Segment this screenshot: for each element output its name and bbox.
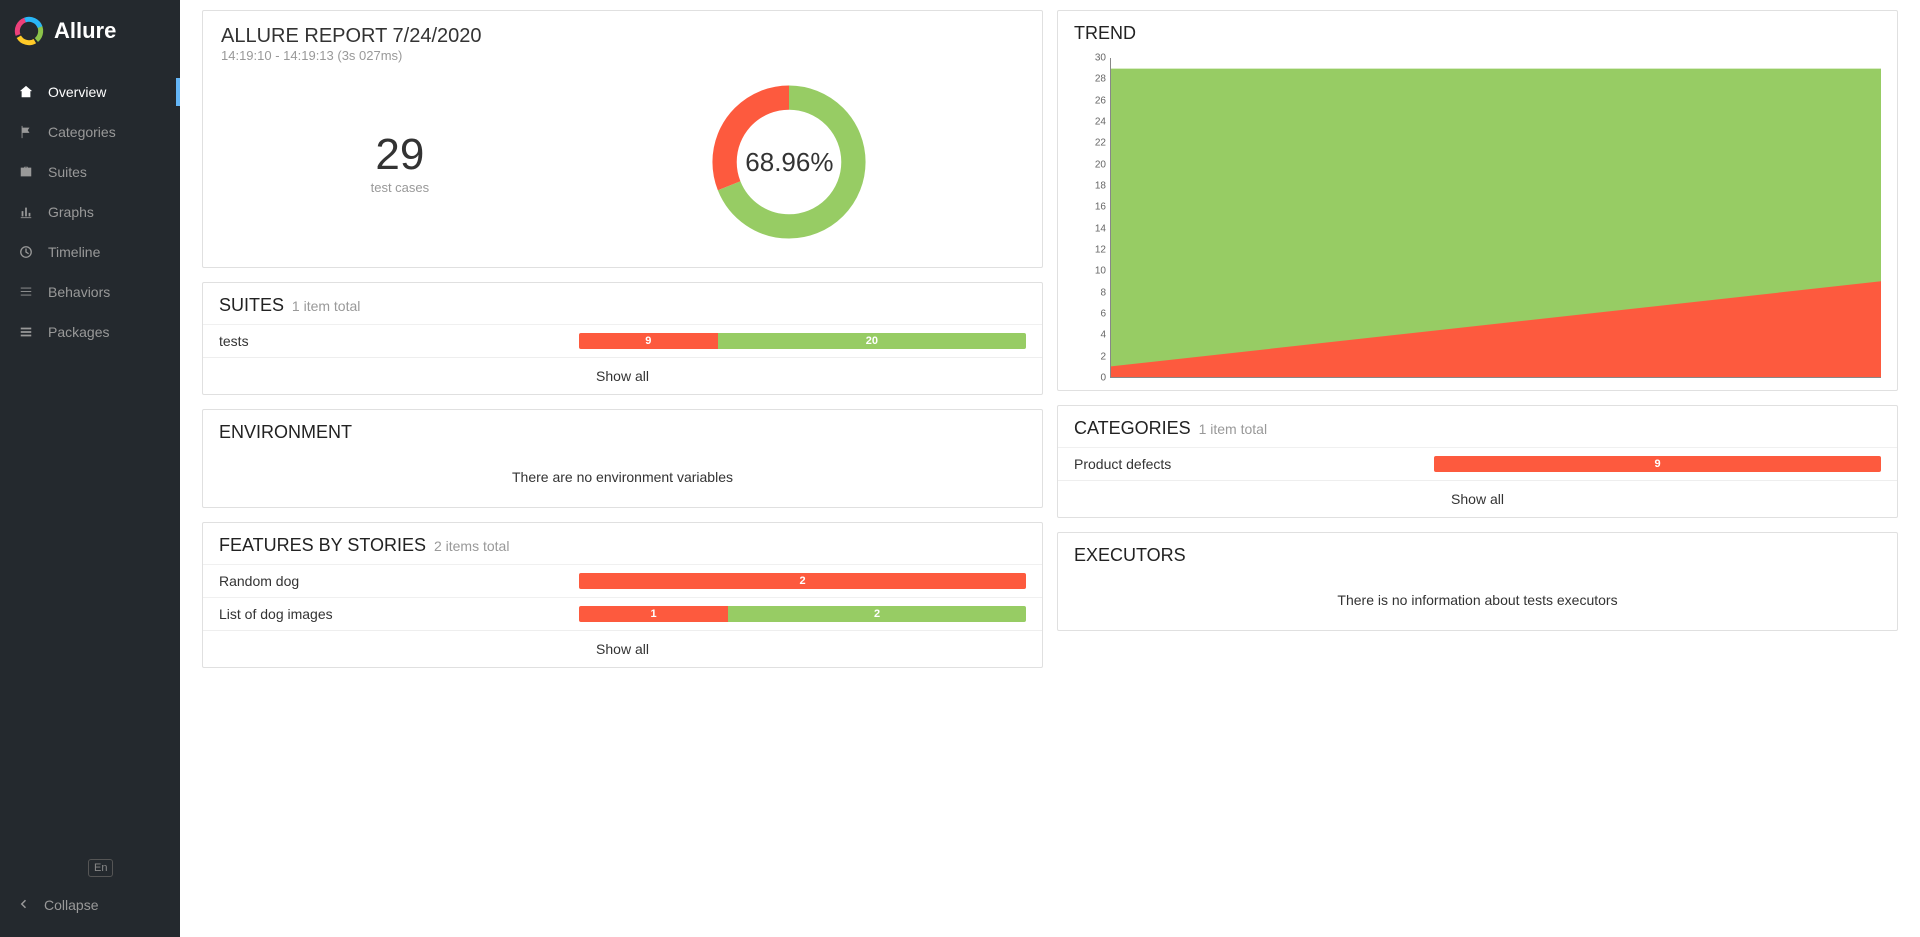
sidebar: Allure Overview Categories Suites Graphs…: [0, 0, 180, 937]
summary-time-range: 14:19:10 - 14:19:13 (3s 027ms): [221, 48, 1024, 63]
sidebar-item-packages[interactable]: Packages: [0, 312, 180, 352]
categories-subtitle: 1 item total: [1199, 421, 1267, 437]
category-row-label: Product defects: [1074, 456, 1414, 472]
briefcase-icon: [18, 165, 34, 179]
sidebar-item-label: Suites: [48, 164, 87, 180]
dashboard: ALLURE REPORT 7/24/2020 14:19:10 - 14:19…: [180, 0, 1920, 937]
categories-show-all[interactable]: Show all: [1058, 480, 1897, 517]
fail-segment: 2: [579, 573, 1026, 589]
environment-widget: ENVIRONMENT There are no environment var…: [202, 409, 1043, 508]
environment-title: ENVIRONMENT: [219, 422, 352, 442]
feature-row-bar: 2: [579, 573, 1026, 589]
executors-widget: EXECUTORS There is no information about …: [1057, 532, 1898, 631]
language-selector[interactable]: En: [88, 859, 113, 877]
fail-segment: 9: [1434, 456, 1881, 472]
sidebar-item-label: Categories: [48, 124, 116, 140]
category-row[interactable]: Product defects 9: [1058, 447, 1897, 480]
pass-percent: 68.96%: [704, 77, 874, 247]
outcome-donut-chart: 68.96%: [704, 77, 874, 247]
suite-row-bar: 9 20: [579, 333, 1026, 349]
brand-name: Allure: [54, 18, 116, 44]
trend-title: TREND: [1074, 23, 1136, 43]
sidebar-item-timeline[interactable]: Timeline: [0, 232, 180, 272]
sidebar-item-label: Overview: [48, 84, 106, 100]
trend-y-axis: 024681012141618202224262830: [1074, 58, 1110, 378]
category-row-bar: 9: [1434, 456, 1881, 472]
test-count-label: test cases: [371, 180, 430, 195]
suites-subtitle: 1 item total: [292, 298, 360, 314]
summary-title: ALLURE REPORT 7/24/2020: [221, 25, 1024, 48]
clock-icon: [18, 245, 34, 259]
feature-row[interactable]: Random dog 2: [203, 564, 1042, 597]
test-count-value: 29: [371, 130, 430, 180]
suites-widget: SUITES 1 item total tests 9 20 Show all: [202, 282, 1043, 395]
suites-title: SUITES: [219, 295, 284, 315]
feature-row-label: Random dog: [219, 573, 559, 589]
test-count: 29 test cases: [371, 130, 430, 195]
fail-segment: 1: [579, 606, 728, 622]
features-widget: FEATURES BY STORIES 2 items total Random…: [202, 522, 1043, 668]
primary-nav: Overview Categories Suites Graphs Timeli…: [0, 72, 180, 352]
categories-widget: CATEGORIES 1 item total Product defects …: [1057, 405, 1898, 518]
sidebar-item-categories[interactable]: Categories: [0, 112, 180, 152]
collapse-button[interactable]: Collapse: [0, 887, 180, 923]
summary-widget: ALLURE REPORT 7/24/2020 14:19:10 - 14:19…: [202, 10, 1043, 268]
sidebar-item-label: Behaviors: [48, 284, 110, 300]
home-icon: [18, 85, 34, 99]
features-subtitle: 2 items total: [434, 538, 509, 554]
sidebar-item-label: Graphs: [48, 204, 94, 220]
sidebar-item-graphs[interactable]: Graphs: [0, 192, 180, 232]
suite-row[interactable]: tests 9 20: [203, 324, 1042, 357]
features-show-all[interactable]: Show all: [203, 630, 1042, 667]
suites-show-all[interactable]: Show all: [203, 357, 1042, 394]
features-title: FEATURES BY STORIES: [219, 535, 426, 555]
layers-icon: [18, 325, 34, 339]
sidebar-footer: En Collapse: [0, 849, 180, 937]
sidebar-item-overview[interactable]: Overview: [0, 72, 180, 112]
sidebar-item-behaviors[interactable]: Behaviors: [0, 272, 180, 312]
categories-title: CATEGORIES: [1074, 418, 1191, 438]
sidebar-item-suites[interactable]: Suites: [0, 152, 180, 192]
trend-widget: TREND 024681012141618202224262830: [1057, 10, 1898, 391]
pass-segment: 2: [728, 606, 1026, 622]
feature-row-label: List of dog images: [219, 606, 559, 622]
suite-row-label: tests: [219, 333, 559, 349]
allure-logo-icon: [14, 16, 44, 46]
feature-row[interactable]: List of dog images 1 2: [203, 597, 1042, 630]
brand: Allure: [0, 0, 180, 64]
list-icon: [18, 285, 34, 299]
chevron-left-icon: [18, 897, 30, 913]
sidebar-item-label: Timeline: [48, 244, 100, 260]
chart-bar-icon: [18, 205, 34, 219]
flag-icon: [18, 125, 34, 139]
executors-title: EXECUTORS: [1074, 545, 1186, 565]
collapse-label: Collapse: [44, 897, 98, 913]
trend-plot: [1110, 58, 1881, 378]
fail-segment: 9: [579, 333, 718, 349]
feature-row-bar: 1 2: [579, 606, 1026, 622]
trend-chart: 024681012141618202224262830: [1074, 58, 1881, 378]
executors-empty: There is no information about tests exec…: [1058, 574, 1897, 630]
sidebar-item-label: Packages: [48, 324, 109, 340]
environment-empty: There are no environment variables: [203, 451, 1042, 507]
pass-segment: 20: [718, 333, 1026, 349]
